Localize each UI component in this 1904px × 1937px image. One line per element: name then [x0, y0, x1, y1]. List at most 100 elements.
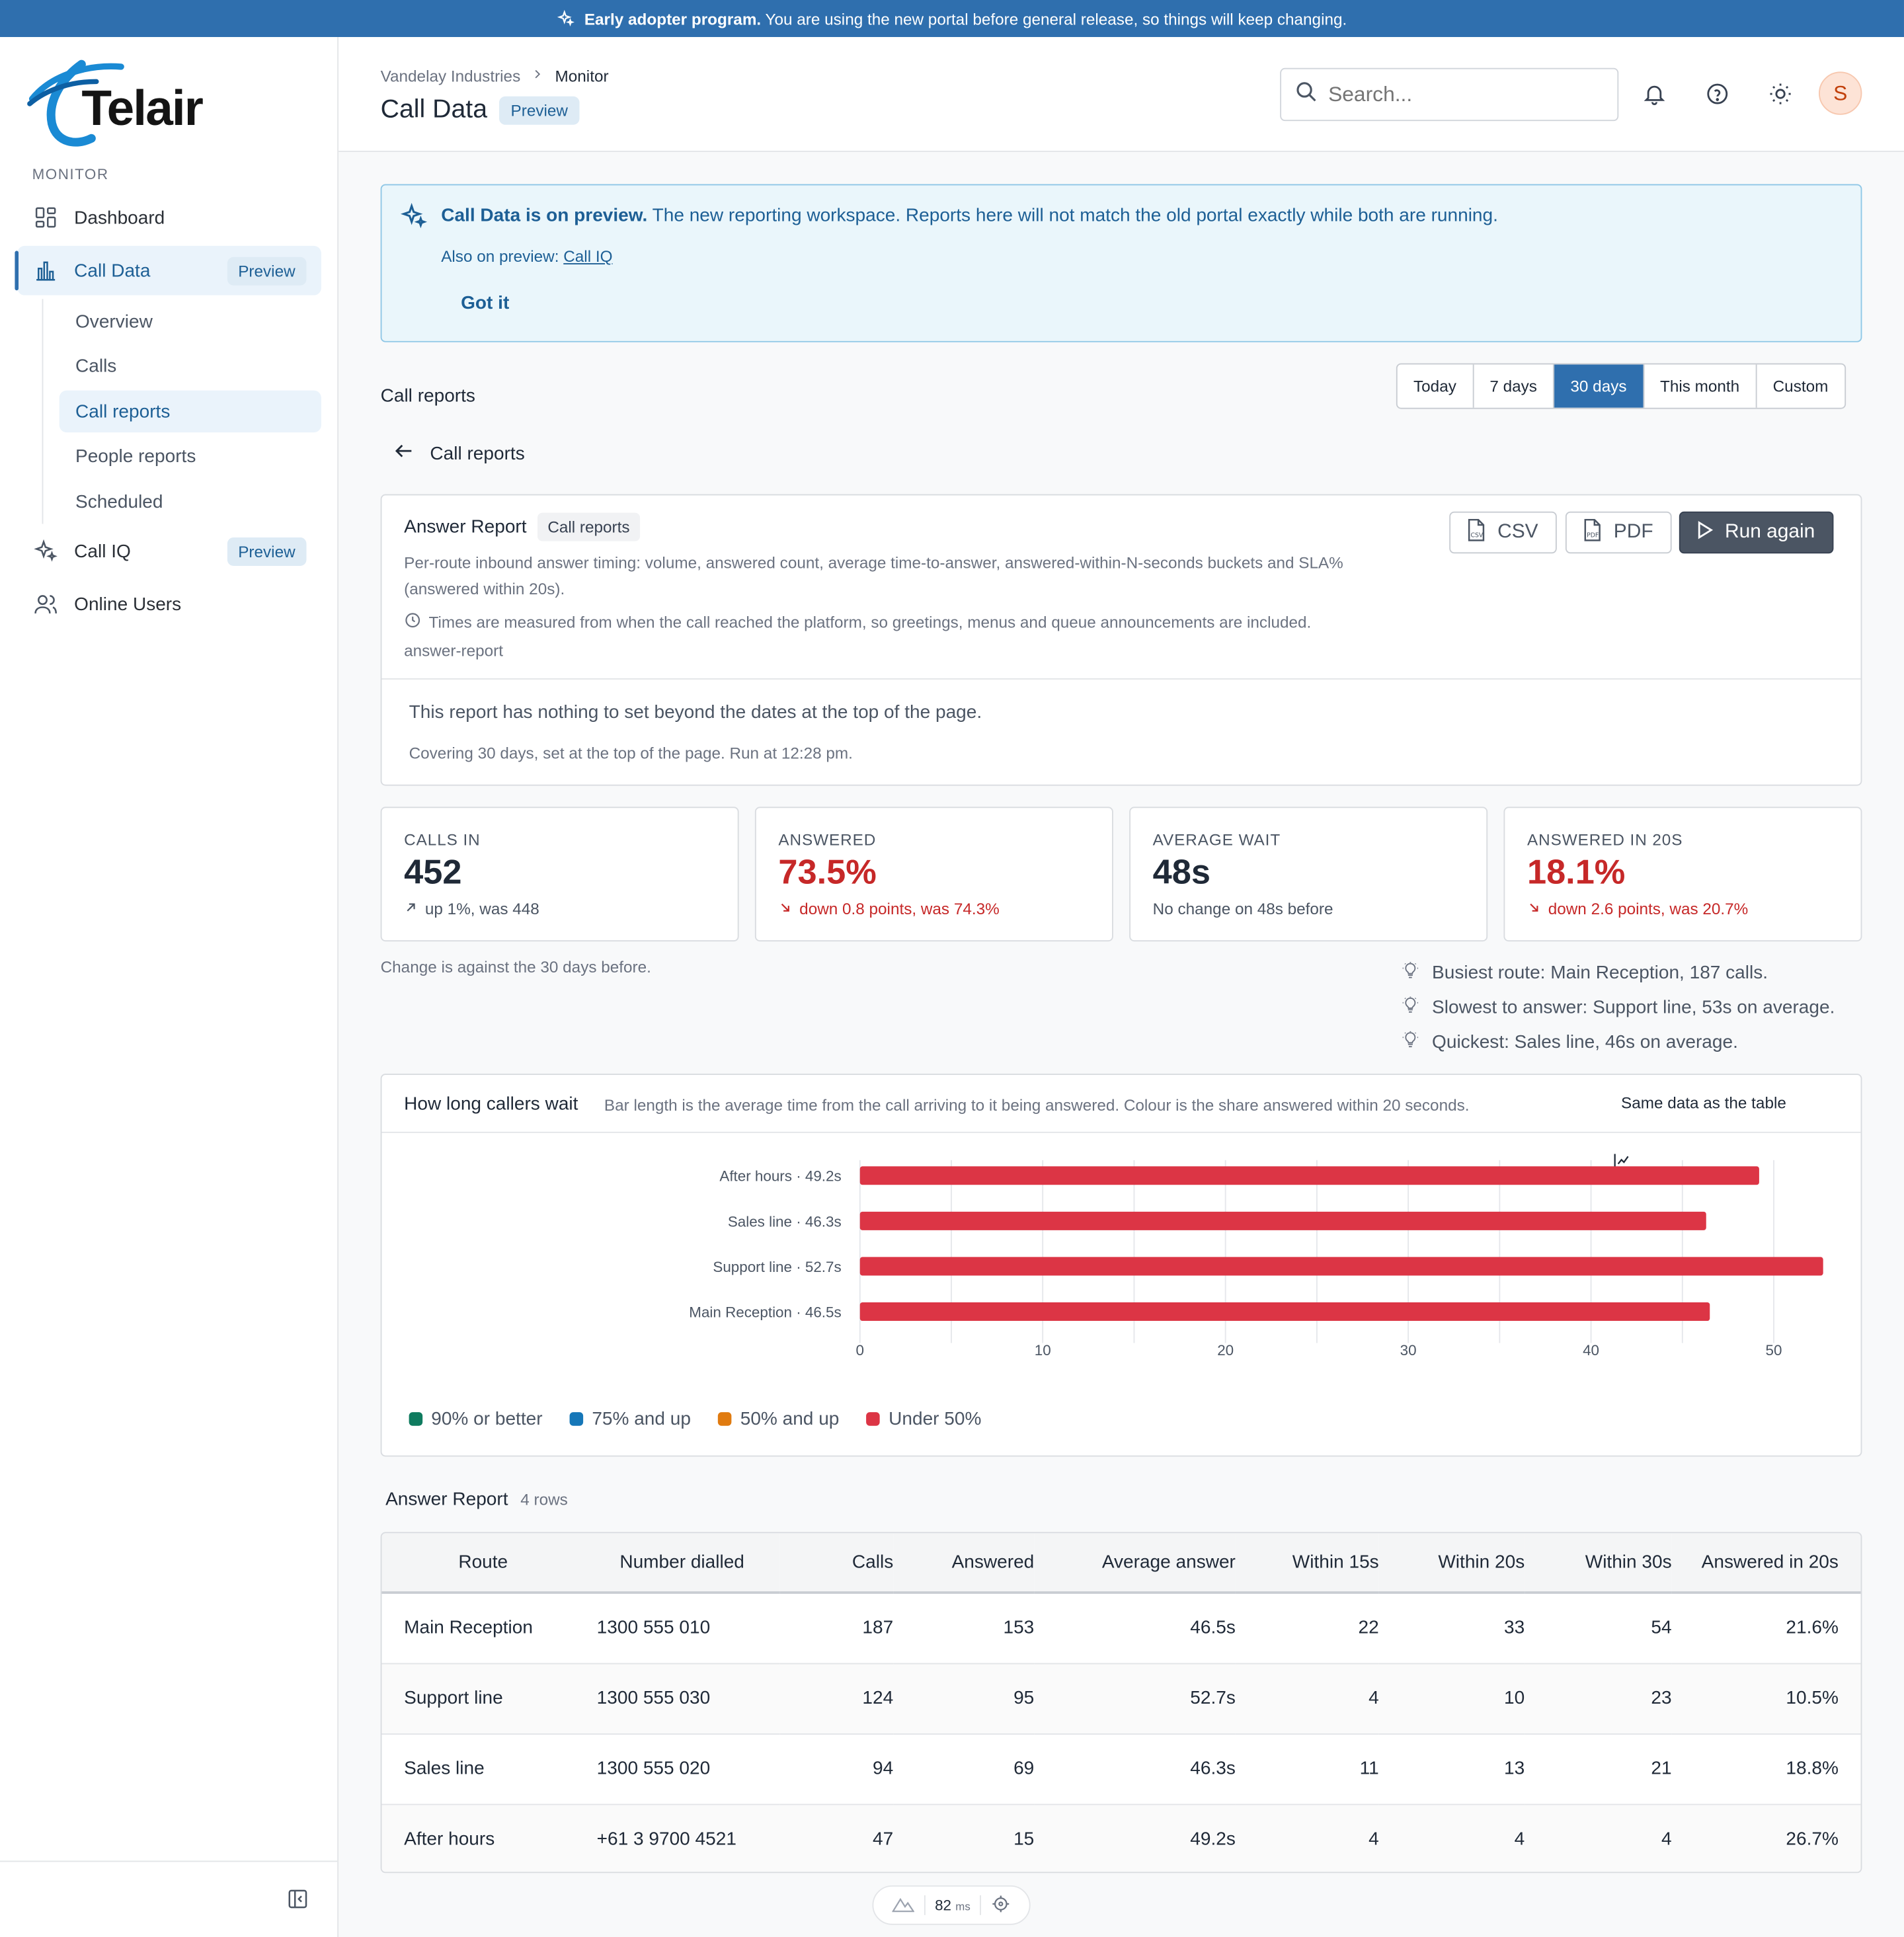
table-cell: 21 [1651, 1758, 1672, 1780]
section-title: Call reports [380, 385, 475, 407]
call-iq-link[interactable]: Call IQ [563, 247, 612, 266]
sidebar-item-call-iq[interactable]: Call IQ Preview [17, 526, 321, 576]
perf-value: 82 [935, 1896, 952, 1914]
arrow-down-right-icon [778, 900, 792, 918]
x-tick-label: 10 [1035, 1342, 1051, 1359]
column-header[interactable]: Number dialled [584, 1533, 779, 1593]
column-header[interactable]: Within 30s [1525, 1533, 1672, 1593]
table-cell: 46.5s [1190, 1617, 1236, 1639]
lightbulb-icon [1401, 1030, 1419, 1054]
legend-swatch [409, 1412, 423, 1426]
table-cell: 49.2s [1190, 1828, 1236, 1850]
sidebar-item-dashboard[interactable]: Dashboard [17, 193, 321, 243]
run-again-button[interactable]: Run again [1679, 511, 1834, 554]
table-cell: 23 [1651, 1687, 1672, 1709]
breadcrumb-current: Monitor [555, 66, 609, 85]
sidebar-subitem-overview[interactable]: Overview [60, 300, 321, 342]
pdf-file-icon: PDF [1579, 517, 1603, 548]
table-cell: 4 [1661, 1828, 1672, 1850]
csv-button[interactable]: CSV CSV [1449, 511, 1557, 554]
help-icon[interactable] [1705, 81, 1732, 108]
chevron-right-icon [530, 67, 545, 85]
table-cell: 52.7s [1190, 1687, 1236, 1709]
table-cell: +61 3 9700 4521 [596, 1828, 736, 1850]
table-row[interactable]: Main Reception 1300 555 010 187 153 46.5s 22 3… [381, 1593, 1861, 1663]
column-header[interactable]: Answered in 20s [1672, 1533, 1861, 1593]
kpi-label: AVERAGE WAIT [1152, 830, 1281, 849]
insight-text: Quickest: Sales line, 46s on average. [1432, 1031, 1738, 1052]
range-custom[interactable]: Custom [1755, 364, 1844, 408]
table-cell: 4 [1368, 1828, 1379, 1850]
sidebar-subitem-call-reports[interactable]: Call reports [59, 390, 321, 433]
insight-item: Slowest to answer: Support line, 53s on … [1401, 990, 1835, 1024]
sidebar-subitem-scheduled[interactable]: Scheduled [60, 481, 321, 523]
bell-icon[interactable] [1642, 81, 1669, 108]
clock-icon [404, 612, 421, 633]
sidebar-item-online-users[interactable]: Online Users [17, 580, 321, 629]
table-cell: Main Reception [404, 1617, 533, 1639]
table-cell: Sales line [404, 1758, 485, 1780]
sidebar-subitem-people-reports[interactable]: People reports [60, 435, 321, 477]
bar-chart-icon [32, 257, 60, 284]
report-note: Times are measured from when the call re… [404, 612, 1311, 633]
page-title-text: Call Data [380, 95, 488, 124]
range-today[interactable]: Today [1398, 364, 1472, 407]
back-link[interactable]: Call reports [393, 440, 525, 467]
same-data-toggle[interactable]: Same data as the table [1612, 1093, 1786, 1170]
legend-item: 50% and up [718, 1408, 840, 1430]
pdf-button[interactable]: PDF PDF [1565, 511, 1672, 554]
banner-text: You are using the new portal before gene… [765, 9, 1347, 28]
legend-item: 90% or better [409, 1409, 543, 1429]
column-header[interactable]: Average answer [1034, 1533, 1236, 1593]
table-title-text: Answer Report [385, 1489, 508, 1510]
column-header[interactable]: Within 20s [1379, 1533, 1525, 1593]
column-header[interactable]: Answered [893, 1533, 1035, 1593]
kpi-change: down 2.6 points, was 20.7% [1527, 900, 1748, 918]
bar[interactable] [859, 1257, 1823, 1276]
avatar[interactable]: S [1819, 71, 1862, 115]
table-row[interactable]: Support line 1300 555 030 124 95 52.7s 4 10 23 1… [381, 1663, 1861, 1734]
search-box[interactable] [1280, 67, 1619, 122]
range-this-month[interactable]: This month [1642, 364, 1756, 408]
table-header-row: Route Number dialled Calls Answered Aver… [381, 1533, 1861, 1593]
telair-logo[interactable]: Telair [27, 54, 237, 148]
kpi-value: 48s [1152, 852, 1210, 891]
nav-section-label: MONITOR [32, 165, 109, 183]
got-it-button[interactable]: Got it [461, 293, 509, 314]
table-cell: 26.7% [1786, 1828, 1839, 1850]
table-row[interactable]: After hours +61 3 9700 4521 47 15 49.2s 4 4 4 26… [381, 1803, 1861, 1872]
table-row[interactable]: Sales line 1300 555 020 94 69 46.3s 11 13 21 18.… [381, 1733, 1861, 1804]
table-cell: 187 [862, 1617, 894, 1639]
bar-label: Main Reception · 46.5s [689, 1304, 841, 1320]
play-icon [1692, 518, 1715, 547]
kpi-value: 452 [404, 852, 462, 891]
theme-sun-icon[interactable] [1768, 81, 1795, 108]
range-30-days[interactable]: 30 days [1553, 364, 1643, 408]
bar[interactable] [859, 1211, 1706, 1230]
table-title: Answer Report 4 rows [385, 1489, 568, 1510]
sidebar-item-call-data[interactable]: Call Data Preview [15, 245, 321, 296]
column-header[interactable]: Within 15s [1236, 1533, 1379, 1593]
column-header[interactable]: Route [381, 1533, 584, 1593]
table-body: Main Reception 1300 555 010 187 153 46.5s 22 3… [381, 1593, 1861, 1872]
table-cell: 95 [1013, 1687, 1035, 1709]
search-input[interactable] [1328, 82, 1601, 107]
preview-badge: Preview [227, 537, 307, 566]
preview-badge: Preview [227, 256, 307, 285]
answer-report-table-card: Route Number dialled Calls Answered Aver… [380, 1532, 1862, 1874]
sidebar-subitem-calls[interactable]: Calls [60, 344, 321, 387]
bar[interactable] [859, 1302, 1710, 1322]
range-7-days[interactable]: 7 days [1472, 364, 1553, 408]
breadcrumb-org[interactable]: Vandelay Industries [381, 67, 521, 85]
report-divider [381, 678, 1861, 680]
legend-label: 50% and up [740, 1408, 840, 1430]
page-header: Vandelay Industries Monitor Call Data Pr… [338, 37, 1904, 152]
kpi-change: up 1%, was 448 [404, 900, 539, 918]
collapse-sidebar-icon[interactable] [287, 1888, 311, 1913]
column-header[interactable]: Calls [779, 1533, 893, 1593]
perf-indicator[interactable]: 82 ms [872, 1885, 1031, 1925]
table-cell: 11 [1359, 1758, 1379, 1780]
csv-button-label: CSV [1497, 521, 1538, 543]
bar[interactable] [859, 1166, 1759, 1185]
sidebar-item-label: Call Data [74, 260, 151, 282]
